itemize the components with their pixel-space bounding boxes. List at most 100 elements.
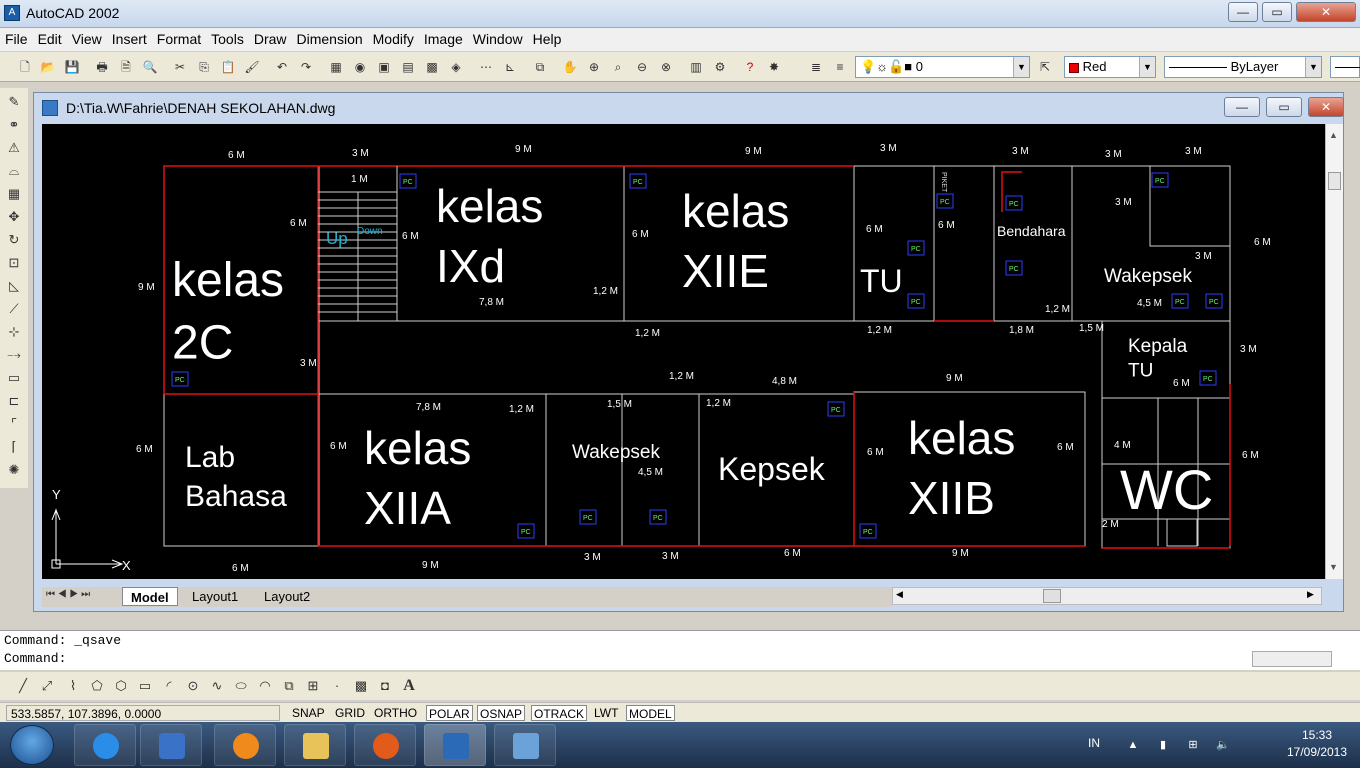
- copy-icon[interactable]: ⎘: [195, 58, 213, 76]
- menu-insert[interactable]: Insert: [107, 28, 152, 51]
- scroll-down-icon[interactable]: ▼: [1329, 562, 1338, 572]
- print-icon[interactable]: 🖶: [93, 58, 111, 76]
- scale-icon[interactable]: ⊡: [5, 254, 23, 272]
- zoom-realtime-icon[interactable]: ⊕: [585, 58, 603, 76]
- explorer-button[interactable]: [284, 724, 346, 766]
- insert-block-icon[interactable]: ⧉: [280, 677, 298, 695]
- command-window[interactable]: Command: _qsave Command:: [0, 630, 1360, 670]
- help-icon[interactable]: ?: [741, 58, 759, 76]
- browser-icon[interactable]: ◉: [351, 58, 369, 76]
- model-toggle[interactable]: MODEL: [626, 705, 675, 721]
- hatch-icon[interactable]: ▩: [352, 677, 370, 695]
- clock[interactable]: 15:33 17/09/2013: [1282, 727, 1352, 761]
- scroll-up-icon[interactable]: ▲: [1329, 130, 1338, 140]
- spline-icon[interactable]: ∿: [208, 677, 226, 695]
- point-icon[interactable]: ·: [328, 677, 346, 695]
- find-icon[interactable]: 🔍: [141, 58, 159, 76]
- explode-icon[interactable]: ✺: [5, 461, 23, 479]
- tab-nav-icons[interactable]: ⏮ ◀ ▶ ⏭: [46, 589, 90, 600]
- mirror-icon[interactable]: ⚠: [5, 139, 23, 157]
- language-indicator[interactable]: IN: [1088, 736, 1100, 750]
- vertical-scroll-thumb[interactable]: [1328, 172, 1341, 190]
- arc-icon[interactable]: ◜: [160, 677, 178, 695]
- make-current-icon[interactable]: ⇱: [1036, 58, 1054, 76]
- save-icon[interactable]: 💾: [63, 58, 81, 76]
- command-prompt[interactable]: Command:: [4, 650, 66, 668]
- layout-icon[interactable]: ▣: [375, 58, 393, 76]
- volume-icon[interactable]: 🔈: [1216, 738, 1230, 752]
- layer-previous-icon[interactable]: ≡: [831, 58, 849, 76]
- xref-icon[interactable]: ▤: [399, 58, 417, 76]
- model-space-canvas[interactable]: Up Down PIKET kelas 2C kelas IXd kelas XIIE…: [42, 124, 1325, 579]
- doc-minimize-button[interactable]: —: [1224, 97, 1260, 117]
- menu-edit[interactable]: Edit: [33, 28, 67, 51]
- designcenter-icon[interactable]: ▦: [327, 58, 345, 76]
- horizontal-scrollbar[interactable]: ◀ ▶: [892, 587, 1322, 605]
- make-block-icon[interactable]: ⊞: [304, 677, 322, 695]
- doc-restore-button[interactable]: ▭: [1266, 97, 1302, 117]
- zoom-icon[interactable]: ⌕: [609, 58, 627, 76]
- paste-icon[interactable]: 📋: [219, 58, 237, 76]
- menu-window[interactable]: Window: [468, 28, 528, 51]
- menu-tools[interactable]: Tools: [206, 28, 249, 51]
- extend-icon[interactable]: ⤍: [5, 346, 23, 364]
- break-point-icon[interactable]: ⊏: [5, 392, 23, 410]
- offset-icon[interactable]: ⌓: [5, 162, 23, 180]
- start-button[interactable]: [10, 725, 54, 765]
- coordinate-display[interactable]: 533.5857, 107.3896, 0.0000: [6, 705, 280, 721]
- layer-manager-icon[interactable]: ≣: [807, 58, 825, 76]
- command-scrollbar[interactable]: [1252, 651, 1332, 667]
- stretch-icon[interactable]: ◺: [5, 277, 23, 295]
- today-icon[interactable]: ✸: [765, 58, 783, 76]
- menu-image[interactable]: Image: [419, 28, 468, 51]
- preview-icon[interactable]: 🗎: [117, 58, 135, 76]
- media-player-button[interactable]: [140, 724, 202, 766]
- hexagon-icon[interactable]: ⬡: [112, 677, 130, 695]
- tab-layout2[interactable]: Layout2: [256, 587, 318, 606]
- open-icon[interactable]: 📂: [39, 58, 57, 76]
- dbconnect-icon[interactable]: ◈: [447, 58, 465, 76]
- properties-palette-icon[interactable]: ▥: [687, 58, 705, 76]
- trim-icon[interactable]: ⊹: [5, 323, 23, 341]
- break-icon[interactable]: ▭: [5, 369, 23, 387]
- cut-icon[interactable]: ✂: [171, 58, 189, 76]
- copy-object-icon[interactable]: ⚭: [5, 116, 23, 134]
- menu-dimension[interactable]: Dimension: [292, 28, 368, 51]
- autocad-task-button[interactable]: [424, 724, 486, 766]
- zoom-previous-icon[interactable]: ⊖: [633, 58, 651, 76]
- array-icon[interactable]: ▦: [5, 185, 23, 203]
- ortho-toggle[interactable]: ORTHO: [372, 705, 419, 721]
- properties-icon[interactable]: ▩: [423, 58, 441, 76]
- lineweight-select[interactable]: [1330, 56, 1360, 78]
- rectangle-icon[interactable]: ▭: [136, 677, 154, 695]
- minimize-button[interactable]: —: [1228, 2, 1258, 22]
- circle-icon[interactable]: ⊙: [184, 677, 202, 695]
- maximize-button[interactable]: ▭: [1262, 2, 1292, 22]
- app-orange-button[interactable]: [214, 724, 276, 766]
- move-icon[interactable]: ✥: [5, 208, 23, 226]
- horizontal-scroll-thumb[interactable]: [1043, 589, 1061, 603]
- construction-line-icon[interactable]: ⤢: [38, 677, 56, 695]
- network-icon[interactable]: ⊞: [1186, 738, 1200, 752]
- ucs-icon[interactable]: ⊾: [501, 58, 519, 76]
- lwt-toggle[interactable]: LWT: [592, 705, 620, 721]
- chamfer-icon[interactable]: ⌜: [5, 415, 23, 433]
- match-icon[interactable]: 🖌: [243, 58, 261, 76]
- vertical-scrollbar[interactable]: ▲ ▼: [1325, 124, 1343, 579]
- viewport-icon[interactable]: ⧉: [531, 58, 549, 76]
- undo-icon[interactable]: ↶: [273, 58, 291, 76]
- pan-icon[interactable]: ✋: [561, 58, 579, 76]
- mtext-icon[interactable]: A: [400, 677, 418, 695]
- distance-icon[interactable]: ⋯: [477, 58, 495, 76]
- ellipse-icon[interactable]: ⬭: [232, 677, 250, 695]
- menu-view[interactable]: View: [67, 28, 107, 51]
- otrack-toggle[interactable]: OTRACK: [531, 705, 588, 721]
- tab-layout1[interactable]: Layout1: [184, 587, 246, 606]
- erase-icon[interactable]: ✎: [5, 93, 23, 111]
- menu-help[interactable]: Help: [528, 28, 567, 51]
- fillet-icon[interactable]: ⌈: [5, 438, 23, 456]
- menu-file[interactable]: File: [0, 28, 33, 51]
- new-icon[interactable]: 🗋: [16, 58, 34, 76]
- battery-icon[interactable]: ▮: [1156, 738, 1170, 752]
- polygon-icon[interactable]: ⬠: [88, 677, 106, 695]
